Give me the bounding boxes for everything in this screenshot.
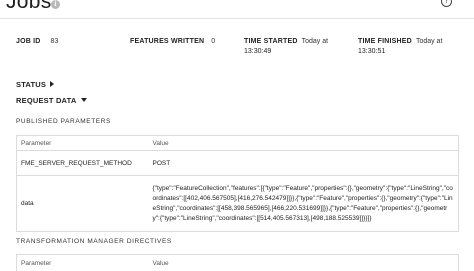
column-header-value: Value [148,135,459,151]
table-header-row: Parameter Value [17,255,459,271]
features-written-field: FEATURES WRITTEN 0 [130,37,215,47]
time-finished-field: TIME FINISHED Today at 13:30:51 [358,37,442,57]
published-parameters-table: Parameter Value FME_SERVER_REQUEST_METHO… [16,135,459,232]
request-data-label: REQUEST DATA [16,96,77,105]
page-title: Jobs [6,0,52,13]
features-written-label: FEATURES WRITTEN [130,38,205,45]
status-section-toggle[interactable]: STATUS [16,80,55,89]
status-label: STATUS [16,80,47,89]
request-data-section-toggle[interactable]: REQUEST DATA [16,96,88,105]
transformation-directives-table: Parameter Value [16,254,459,271]
time-finished-label: TIME FINISHED [358,38,412,45]
parameter-value-cell: POST [148,150,459,176]
time-started-day: Today at [301,38,329,45]
features-written-value: 0 [211,38,216,45]
header-divider [0,18,474,19]
job-id-label: JOB ID [16,38,41,45]
table-row: FME_SERVER_REQUEST_METHOD POST [16,150,459,176]
parameter-name-cell: FME_SERVER_REQUEST_METHOD [16,150,149,176]
time-finished-day: Today at [415,38,443,45]
parameter-value-cell: {"type":"FeatureCollection","features":[… [148,175,459,232]
time-started-field: TIME STARTED Today at 13:30:49 [244,37,328,57]
column-header-parameter: Parameter [16,135,149,151]
time-finished-time: 13:30:51 [358,48,386,55]
table-header-row: Parameter Value [16,135,459,151]
caret-right-icon [50,81,55,87]
job-id-field: JOB ID 83 [16,37,58,47]
job-id-value: 83 [50,38,59,45]
info-icon[interactable]: i [51,0,60,9]
table-row: data {"type":"FeatureCollection","featur… [16,175,459,232]
time-started-label: TIME STARTED [244,38,298,45]
column-header-parameter: Parameter [21,260,52,267]
transformation-directives-heading: TRANSFORMATION MANAGER DIRECTIVES [16,238,172,245]
parameter-name-cell: data [16,175,149,232]
help-icon[interactable]: ? [441,0,452,7]
caret-down-icon [81,98,88,102]
column-header-value: Value [152,260,169,267]
published-parameters-heading: PUBLISHED PARAMETERS [16,118,111,125]
time-started-time: 13:30:49 [244,48,272,55]
